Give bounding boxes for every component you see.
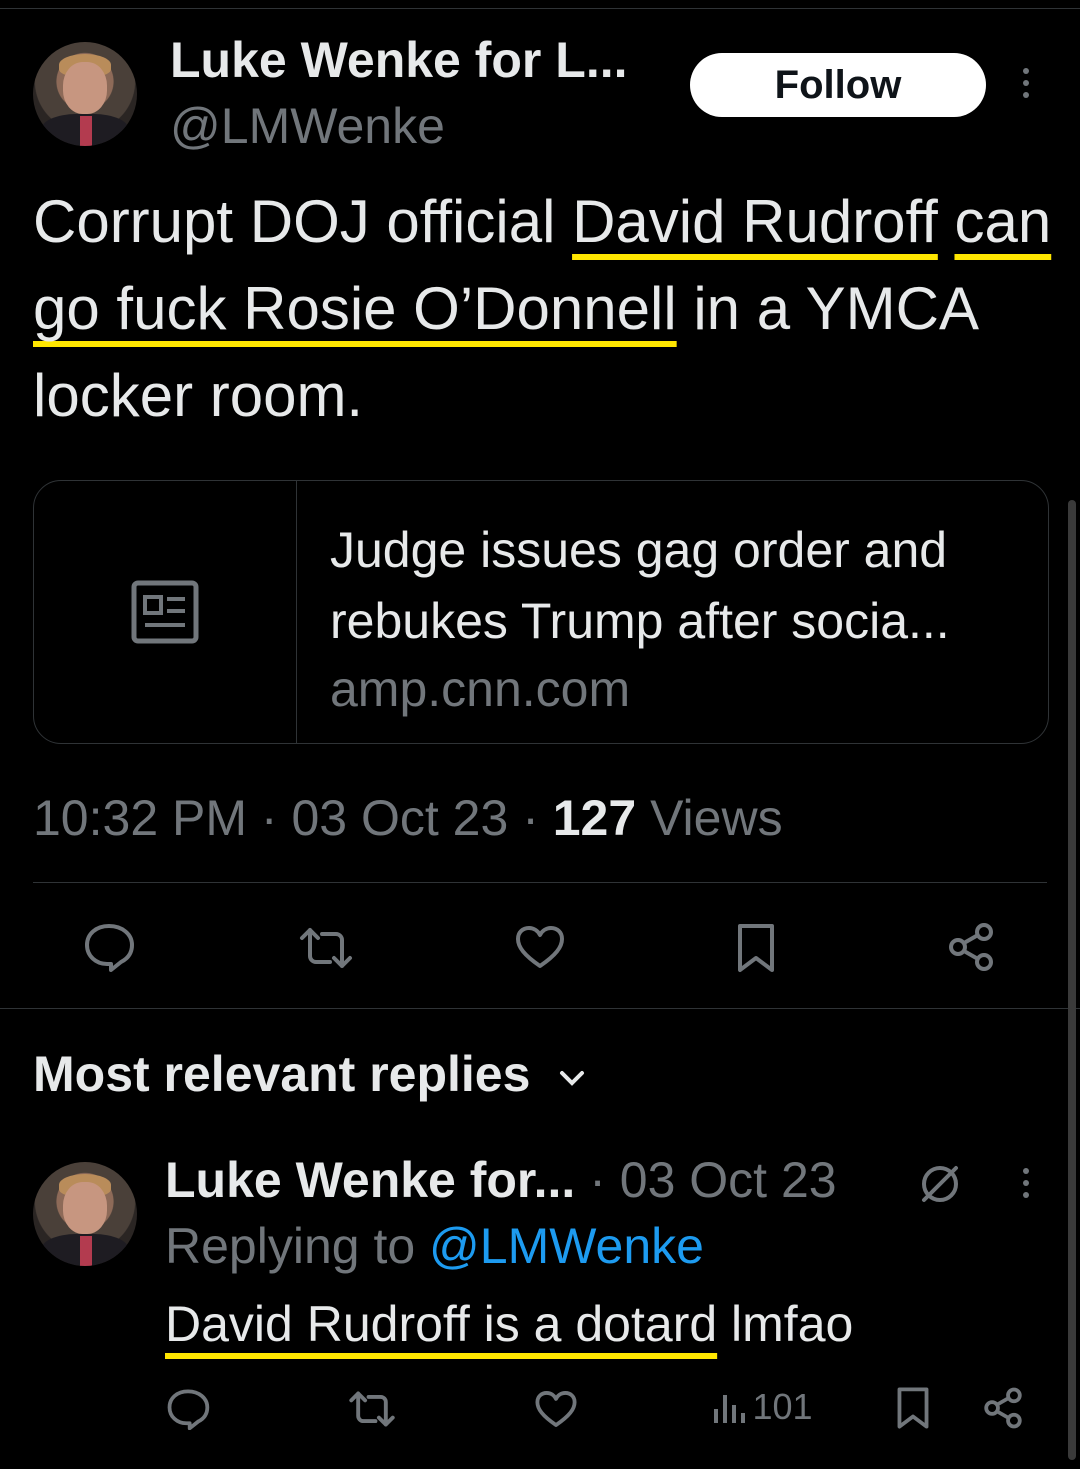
- link-card[interactable]: Judge issues gag order and rebukes Trump…: [33, 480, 1049, 744]
- no-sign-icon: [922, 1166, 958, 1202]
- reply-reply-icon[interactable]: [166, 1388, 210, 1435]
- tweet-time[interactable]: 10:32 PM: [33, 790, 247, 846]
- replying-to: Replying to @LMWenke: [165, 1216, 704, 1276]
- link-card-thumb: [34, 481, 297, 743]
- reply-text: David Rudroff is a dotard lmfao: [165, 1294, 853, 1354]
- follow-button[interactable]: Follow: [690, 53, 986, 117]
- reply-views[interactable]: 101: [712, 1386, 813, 1428]
- views-label: Views: [650, 790, 783, 846]
- reply-text-highlight: David Rudroff is a dotard: [165, 1296, 718, 1352]
- author-handle[interactable]: @LMWenke: [170, 96, 445, 156]
- tweet-text: Corrupt DOJ official David Rudroff can g…: [33, 178, 1063, 439]
- share-icon[interactable]: [946, 922, 996, 972]
- meta-separator: ·: [522, 790, 539, 846]
- reply-bookmark-icon[interactable]: [895, 1386, 931, 1435]
- link-card-domain: amp.cnn.com: [330, 661, 631, 717]
- replying-to-handle[interactable]: @LMWenke: [429, 1218, 704, 1274]
- link-card-title: Judge issues gag order and rebukes Trump…: [330, 522, 950, 649]
- reply-share-icon[interactable]: [982, 1387, 1024, 1434]
- reply-author-name[interactable]: Luke Wenke for...: [165, 1152, 575, 1208]
- like-icon[interactable]: [514, 924, 566, 970]
- analytics-icon: [714, 1395, 745, 1423]
- reply-like-icon[interactable]: [534, 1389, 578, 1434]
- tweet-text-highlight: David Rudroff: [572, 188, 938, 255]
- bookmark-icon[interactable]: [735, 922, 777, 974]
- replies-title: Most relevant replies: [33, 1046, 531, 1102]
- reply-icon[interactable]: [83, 922, 135, 972]
- author-name[interactable]: Luke Wenke for L...: [170, 30, 628, 90]
- meta-divider: [33, 882, 1047, 883]
- reply-views-count: 101: [752, 1386, 813, 1427]
- top-divider: [0, 8, 1080, 9]
- reply-date[interactable]: 03 Oct 23: [620, 1152, 837, 1208]
- more-options-icon[interactable]: [1020, 68, 1032, 98]
- replies-sort-dropdown[interactable]: Most relevant replies: [33, 1044, 586, 1104]
- news-article-icon: [131, 580, 199, 644]
- reply-retweet-icon[interactable]: [346, 1390, 398, 1433]
- section-divider: [0, 1008, 1080, 1009]
- tweet-meta: 10:32 PM · 03 Oct 23 · 127 Views: [33, 788, 783, 848]
- scrollbar[interactable]: [1068, 500, 1076, 1460]
- tweet-date[interactable]: 03 Oct 23: [291, 790, 508, 846]
- reply-separator: ·: [589, 1152, 606, 1208]
- chevron-down-icon: [560, 1070, 585, 1086]
- author-avatar[interactable]: [33, 42, 137, 146]
- reply-more-options-icon[interactable]: [1020, 1168, 1032, 1198]
- tweet-text-part: Corrupt DOJ official: [33, 188, 573, 255]
- retweet-icon[interactable]: [296, 926, 356, 970]
- views-count: 127: [552, 790, 637, 846]
- reply-header: Luke Wenke for... · 03 Oct 23: [165, 1150, 837, 1210]
- replying-to-label: Replying to: [165, 1218, 430, 1274]
- meta-separator: ·: [260, 790, 278, 846]
- reply-author-avatar[interactable]: [33, 1162, 137, 1266]
- reply-text-part: lmfao: [717, 1296, 854, 1352]
